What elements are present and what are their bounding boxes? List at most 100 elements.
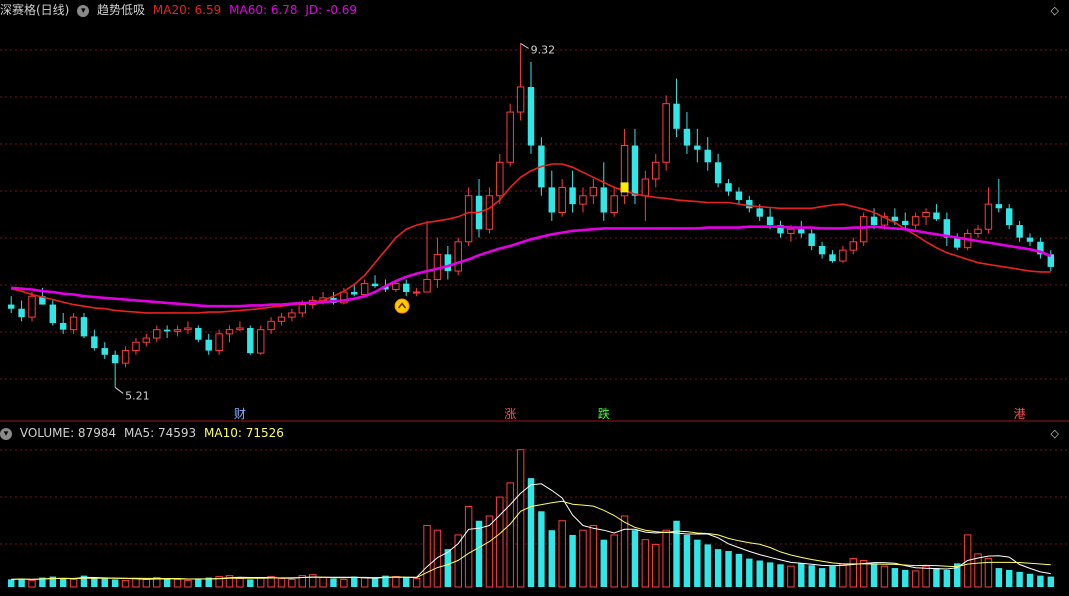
diamond-icon[interactable]: ◇ [1051, 4, 1059, 17]
candle-body [984, 203, 993, 230]
volume-bar [641, 539, 650, 588]
volume-bar [371, 578, 379, 587]
candle-body [496, 161, 504, 197]
candle-body [725, 183, 732, 192]
candle-body [247, 328, 254, 354]
candle-body [746, 199, 753, 209]
candle-body [153, 329, 161, 339]
stock-name[interactable]: 深赛格(日线) [0, 3, 69, 17]
candle-body [683, 128, 691, 146]
volume-bar [1016, 571, 1023, 587]
volume-bar [933, 568, 940, 587]
candle-body [59, 322, 67, 330]
volume-bar [662, 529, 670, 588]
volume-bar [922, 565, 930, 588]
candle-body [798, 229, 805, 234]
volume-bar [995, 568, 1003, 587]
candle-body [132, 341, 140, 352]
candle-body [558, 186, 566, 214]
volume-bar [538, 511, 545, 587]
candle-body [28, 295, 36, 318]
volume-bar [392, 576, 400, 588]
indicator-name[interactable]: 趋势低吸 [97, 3, 145, 17]
volume-bar [236, 577, 244, 588]
volume-bar [829, 566, 836, 587]
candle-body [569, 187, 576, 205]
volume-bar [423, 524, 431, 588]
candle-body [236, 327, 244, 331]
volume-bar [496, 496, 504, 588]
volume-bar [911, 570, 920, 588]
candle-body [121, 350, 130, 364]
candle-body [600, 187, 607, 213]
candle-body [267, 320, 275, 331]
volume-bar [132, 577, 140, 588]
candle-body [1016, 225, 1023, 238]
volume-bar [798, 563, 805, 587]
candle-body [579, 195, 587, 205]
volume-bar [756, 560, 763, 587]
candle-body [506, 111, 514, 163]
volume-bar [142, 578, 151, 588]
candle-body [1005, 208, 1013, 226]
ma5-volume-label: MA5: 74593 [123, 426, 197, 440]
candle-body [412, 291, 421, 294]
volume-bar [714, 549, 722, 587]
candle-body [69, 316, 78, 331]
candle-body [735, 191, 743, 200]
candle-body [766, 216, 774, 226]
candle-body [694, 145, 701, 150]
volume-bar [433, 529, 442, 588]
volume-bar [818, 568, 826, 587]
candle-body [101, 348, 108, 355]
volume-bar [7, 579, 15, 587]
event-marker: 涨 [504, 406, 516, 421]
volume-bar [277, 577, 286, 588]
volume-bar [111, 579, 119, 587]
volume-bar [610, 534, 618, 588]
candle-body [673, 103, 680, 129]
candle-body [631, 145, 639, 196]
candle-body [256, 329, 265, 354]
volume-bar [351, 576, 358, 587]
volume-bar [464, 506, 473, 588]
candle-body [641, 178, 650, 197]
candle-body [891, 216, 899, 221]
candle-body [933, 212, 940, 220]
volume-bar [360, 577, 369, 588]
candle-body [516, 86, 525, 113]
volume-bar [725, 551, 732, 587]
candle-body [444, 254, 452, 272]
candle-body [902, 220, 909, 226]
volume-bar [506, 482, 514, 588]
volume-bar [589, 524, 598, 588]
volume-bar [1005, 569, 1013, 587]
ma60-line [11, 225, 1052, 308]
candle-body [392, 283, 400, 290]
diamond-icon[interactable]: ◇ [1051, 427, 1059, 440]
candle-body [423, 278, 431, 293]
candle-body [464, 195, 473, 243]
chevron-down-icon[interactable]: ▾ [0, 427, 12, 440]
jd-label: JD: -0.69 [305, 3, 358, 17]
candle-body [184, 327, 192, 331]
candle-body [142, 337, 151, 343]
ma10-volume-label: MA10: 71526 [204, 426, 284, 440]
volume-bar [444, 549, 452, 587]
volume-bar [18, 578, 25, 587]
volume-bar [849, 558, 857, 588]
candle-body [351, 292, 358, 295]
volume-bar [839, 563, 847, 588]
chart-svg[interactable]: 9.32 5.21 财 涨 跌 港 [0, 0, 1069, 592]
candle-body [610, 195, 618, 213]
chevron-down-icon[interactable]: ▾ [77, 4, 90, 17]
volume-bar [340, 578, 348, 588]
volume-label: VOLUME: 87984 [19, 426, 117, 440]
candle-body [652, 161, 660, 180]
candle-body [849, 241, 857, 251]
volume-bar [683, 534, 691, 587]
candle-body [829, 254, 836, 262]
volume-header: ▾ VOLUME: 87984 MA5: 74593 MA10: 71526 [0, 424, 288, 442]
volume-bar [880, 565, 889, 588]
candle-body [1026, 237, 1034, 242]
